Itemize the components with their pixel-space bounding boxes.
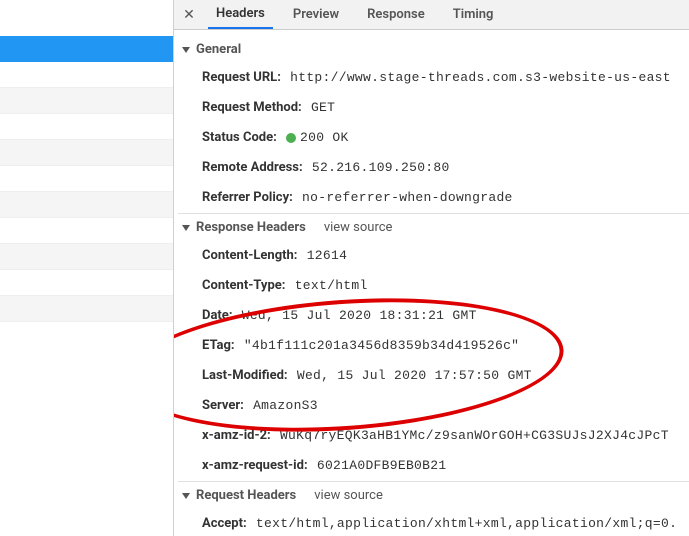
tab-bar: ✕ Headers Preview Response Timing: [174, 0, 689, 30]
label-x-amz-request-id: x-amz-request-id:: [202, 458, 308, 473]
row-remote-address: Remote Address: 52.216.109.250:80: [178, 153, 689, 183]
label-date: Date:: [202, 308, 233, 323]
close-icon[interactable]: ✕: [180, 6, 198, 24]
row-request-method: Request Method: GET: [178, 93, 689, 123]
label-status-code: Status Code:: [202, 130, 277, 145]
value-remote-address: 52.216.109.250:80: [312, 160, 450, 175]
tab-response[interactable]: Response: [359, 0, 433, 29]
tab-headers[interactable]: Headers: [208, 0, 273, 29]
label-request-method: Request Method:: [202, 100, 302, 115]
row-x-amz-id-2: x-amz-id-2: WuKq7ryEQK3aHB1YMc/z9sanWOrG…: [178, 421, 689, 451]
label-server: Server:: [202, 398, 244, 413]
row-request-url: Request URL: http://www.stage-threads.co…: [178, 63, 689, 93]
value-referrer-policy: no-referrer-when-downgrade: [302, 190, 513, 205]
triangle-down-icon: [182, 225, 190, 231]
row-x-amz-request-id: x-amz-request-id: 6021A0DFB9EB0B21: [178, 451, 689, 481]
label-etag: ETag:: [202, 338, 235, 353]
row-date: Date: Wed, 15 Jul 2020 18:31:21 GMT: [178, 301, 689, 331]
status-ok-icon: [286, 133, 296, 143]
section-title-response-headers: Response Headers: [196, 220, 306, 235]
value-date: Wed, 15 Jul 2020 18:31:21 GMT: [242, 308, 477, 323]
row-status-code: Status Code: 200 OK: [178, 123, 689, 153]
value-content-type: text/html: [295, 278, 368, 293]
value-x-amz-id-2: WuKq7ryEQK3aHB1YMc/z9sanWOrGOH+CG3SUJsJ2…: [280, 428, 669, 443]
row-content-length: Content-Length: 12614: [178, 241, 689, 271]
value-request-method: GET: [311, 100, 335, 115]
value-last-modified: Wed, 15 Jul 2020 17:57:50 GMT: [297, 368, 532, 383]
view-source-link[interactable]: view source: [324, 220, 393, 235]
tab-timing[interactable]: Timing: [445, 0, 502, 29]
label-request-url: Request URL:: [202, 70, 281, 85]
label-last-modified: Last-Modified:: [202, 368, 288, 383]
label-referrer-policy: Referrer Policy:: [202, 190, 293, 205]
request-list-sidebar: [0, 0, 174, 536]
label-remote-address: Remote Address:: [202, 160, 303, 175]
triangle-down-icon: [182, 47, 190, 53]
row-etag: ETag: "4b1f111c201a3456d8359b34d419526c": [178, 331, 689, 361]
section-request-headers[interactable]: Request Headers view source: [178, 481, 689, 509]
value-accept: text/html,application/xhtml+xml,applicat…: [256, 516, 677, 531]
tab-preview[interactable]: Preview: [285, 0, 347, 29]
details-panel: ✕ Headers Preview Response Timing Genera…: [174, 0, 689, 536]
row-server: Server: AmazonS3: [178, 391, 689, 421]
value-server: AmazonS3: [253, 398, 318, 413]
value-etag: "4b1f111c201a3456d8359b34d419526c": [244, 338, 519, 353]
section-general[interactable]: General: [178, 36, 689, 63]
value-request-url: http://www.stage-threads.com.s3-website-…: [290, 70, 671, 85]
row-content-type: Content-Type: text/html: [178, 271, 689, 301]
label-content-type: Content-Type:: [202, 278, 285, 293]
row-referrer-policy: Referrer Policy: no-referrer-when-downgr…: [178, 183, 689, 213]
value-status-code: 200 OK: [286, 130, 349, 145]
selected-request-row[interactable]: [0, 36, 173, 62]
label-content-length: Content-Length:: [202, 248, 297, 263]
label-accept: Accept:: [202, 516, 247, 531]
section-response-headers[interactable]: Response Headers view source: [178, 213, 689, 241]
value-content-length: 12614: [307, 248, 348, 263]
row-last-modified: Last-Modified: Wed, 15 Jul 2020 17:57:50…: [178, 361, 689, 391]
section-title-request-headers: Request Headers: [196, 488, 296, 503]
label-x-amz-id-2: x-amz-id-2:: [202, 428, 271, 443]
value-x-amz-request-id: 6021A0DFB9EB0B21: [317, 458, 447, 473]
section-title-general: General: [196, 42, 241, 57]
view-source-link[interactable]: view source: [314, 488, 383, 503]
row-accept: Accept: text/html,application/xhtml+xml,…: [178, 509, 689, 536]
triangle-down-icon: [182, 493, 190, 499]
